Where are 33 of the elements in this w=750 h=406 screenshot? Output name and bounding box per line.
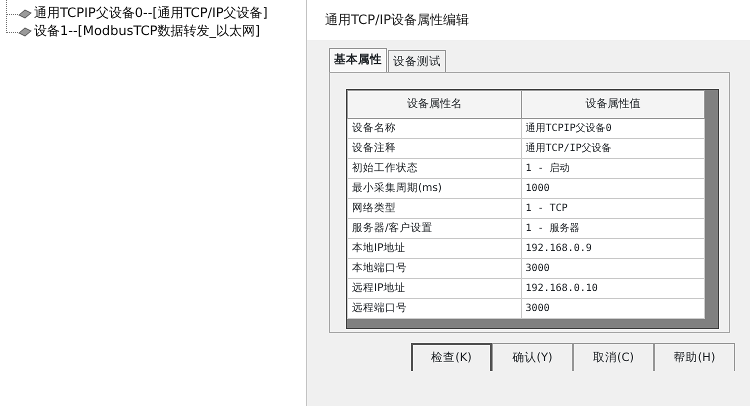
table-cell: 设备名称 [348, 118, 522, 138]
dialog-button[interactable]: 帮助(H) [654, 343, 735, 371]
tab[interactable]: 基本属性 [329, 48, 387, 72]
table-cell: 3000 [521, 258, 704, 278]
column-header: 设备属性值 [521, 90, 704, 118]
device-icon [18, 9, 32, 19]
table-cell: 1 - 服务器 [521, 218, 704, 238]
table-cell: 通用TCP/IP父设备 [521, 138, 704, 158]
table-cell: 设备注释 [348, 138, 522, 158]
tree-item[interactable]: 通用TCPIP父设备0--[通用TCP/IP父设备] [34, 4, 268, 24]
table-cell: 192.168.0.10 [521, 278, 704, 298]
table-cell: 远程端口号 [348, 298, 522, 318]
window-title: 通用TCP/IP设备属性编辑 [307, 0, 750, 40]
table-cell: 1 - TCP [521, 198, 704, 218]
dialog-button[interactable]: 确认(Y) [492, 343, 573, 371]
table-cell: 1000 [521, 178, 704, 198]
table-cell: 远程IP地址 [348, 278, 522, 298]
table-cell: 本地IP地址 [348, 238, 522, 258]
table-cell: 网络类型 [348, 198, 522, 218]
tab[interactable]: 设备测试 [388, 50, 446, 72]
tree-item[interactable]: 设备1--[ModbusTCP数据转发_以太网] [34, 22, 260, 42]
device-icon [18, 27, 32, 37]
dialog-button[interactable]: 取消(C) [573, 343, 654, 371]
table-cell: 192.168.0.9 [521, 238, 704, 258]
column-header: 设备属性名 [348, 90, 522, 118]
table-cell: 本地端口号 [348, 258, 522, 278]
table-cell: 1 - 启动 [521, 158, 704, 178]
dialog-button[interactable]: 检查(K) [411, 343, 492, 371]
table-cell: 服务器/客户设置 [348, 218, 522, 238]
table-cell: 通用TCPIP父设备0 [521, 118, 704, 138]
table-cell: 3000 [521, 298, 704, 318]
table-cell: 最小采集周期(ms) [348, 178, 522, 198]
table-cell: 初始工作状态 [348, 158, 522, 178]
